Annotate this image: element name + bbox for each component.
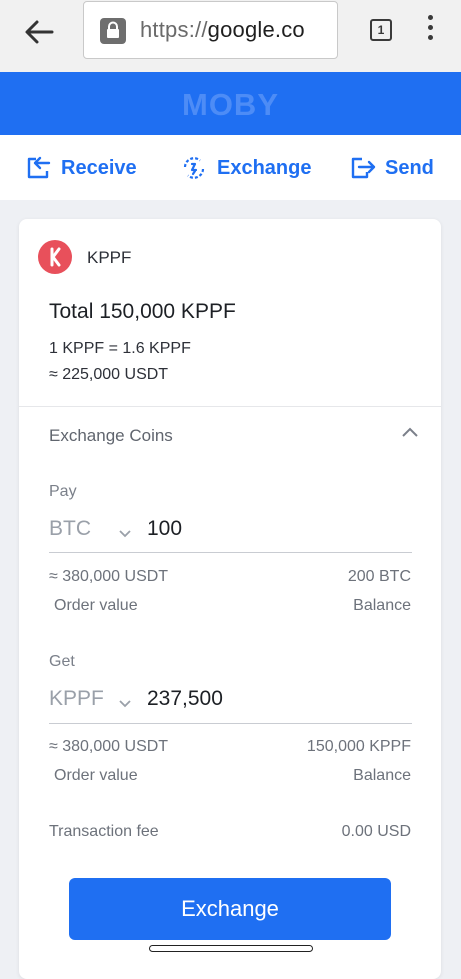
exchange-submit-button[interactable]: Exchange: [69, 878, 391, 940]
total-balance: Total 150,000 KPPF: [49, 300, 236, 323]
home-indicator: [149, 945, 313, 952]
exchange-rate: 1 KPPF = 1.6 KPPF: [49, 340, 191, 357]
url-scheme: https://: [140, 17, 208, 42]
action-bar: Receive Exchange Send: [0, 135, 461, 200]
app-title: MOBY: [182, 87, 279, 122]
url-host: google.co: [207, 17, 305, 42]
divider: [19, 406, 441, 407]
exchange-icon: [183, 157, 205, 179]
send-icon: [351, 157, 376, 179]
pay-amount-input[interactable]: 100: [147, 517, 182, 541]
back-arrow-icon[interactable]: [22, 16, 62, 48]
get-balance-label: Balance: [353, 767, 411, 784]
exchange-tab-label: Exchange: [217, 156, 312, 179]
pay-coin-select[interactable]: BTC: [49, 517, 91, 541]
pay-label: Pay: [49, 483, 77, 500]
get-coin-select[interactable]: KPPF: [49, 687, 104, 711]
send-label: Send: [385, 156, 434, 179]
transaction-fee-value: 0.00 USD: [341, 823, 411, 840]
receive-button[interactable]: Receive: [26, 153, 137, 183]
lock-icon: [100, 18, 126, 44]
get-label: Get: [49, 653, 75, 670]
kppf-logo-icon: [38, 240, 72, 274]
chevron-down-icon[interactable]: [118, 526, 132, 538]
pay-order-value: ≈ 380,000 USDT: [49, 568, 169, 585]
get-amount-input[interactable]: 237,500: [147, 687, 223, 711]
get-order-value-label: Order value: [54, 767, 138, 784]
coin-name: KPPF: [87, 248, 132, 267]
pay-balance-label: Balance: [353, 597, 411, 614]
exchange-tab-button[interactable]: Exchange: [180, 153, 311, 183]
approx-usdt-value: ≈ 225,000 USDT: [49, 366, 169, 383]
overflow-menu-icon[interactable]: [420, 15, 440, 45]
get-field-underline: [49, 723, 412, 724]
pay-order-value-label: Order value: [54, 597, 138, 614]
chevron-down-icon[interactable]: [118, 696, 132, 708]
url-bar[interactable]: https://google.co: [83, 1, 338, 59]
app-header: MOBY: [0, 72, 461, 135]
exchange-section-title: Exchange Coins: [49, 426, 173, 445]
pay-field-underline: [49, 552, 412, 553]
url-text: https://google.co: [140, 17, 305, 43]
transaction-fee-label: Transaction fee: [49, 823, 159, 840]
get-balance: 150,000 KPPF: [306, 738, 411, 755]
exchange-card: KPPF Total 150,000 KPPF 1 KPPF = 1.6 KPP…: [19, 219, 441, 979]
send-button[interactable]: Send: [350, 153, 434, 183]
tab-switcher-button[interactable]: 1: [370, 19, 392, 41]
receive-label: Receive: [61, 156, 137, 179]
browser-toolbar: https://google.co 1: [0, 0, 461, 72]
get-order-value: ≈ 380,000 USDT: [49, 738, 169, 755]
chevron-up-icon[interactable]: [399, 424, 421, 442]
pay-balance: 200 BTC: [347, 568, 411, 585]
receive-icon: [27, 156, 51, 179]
